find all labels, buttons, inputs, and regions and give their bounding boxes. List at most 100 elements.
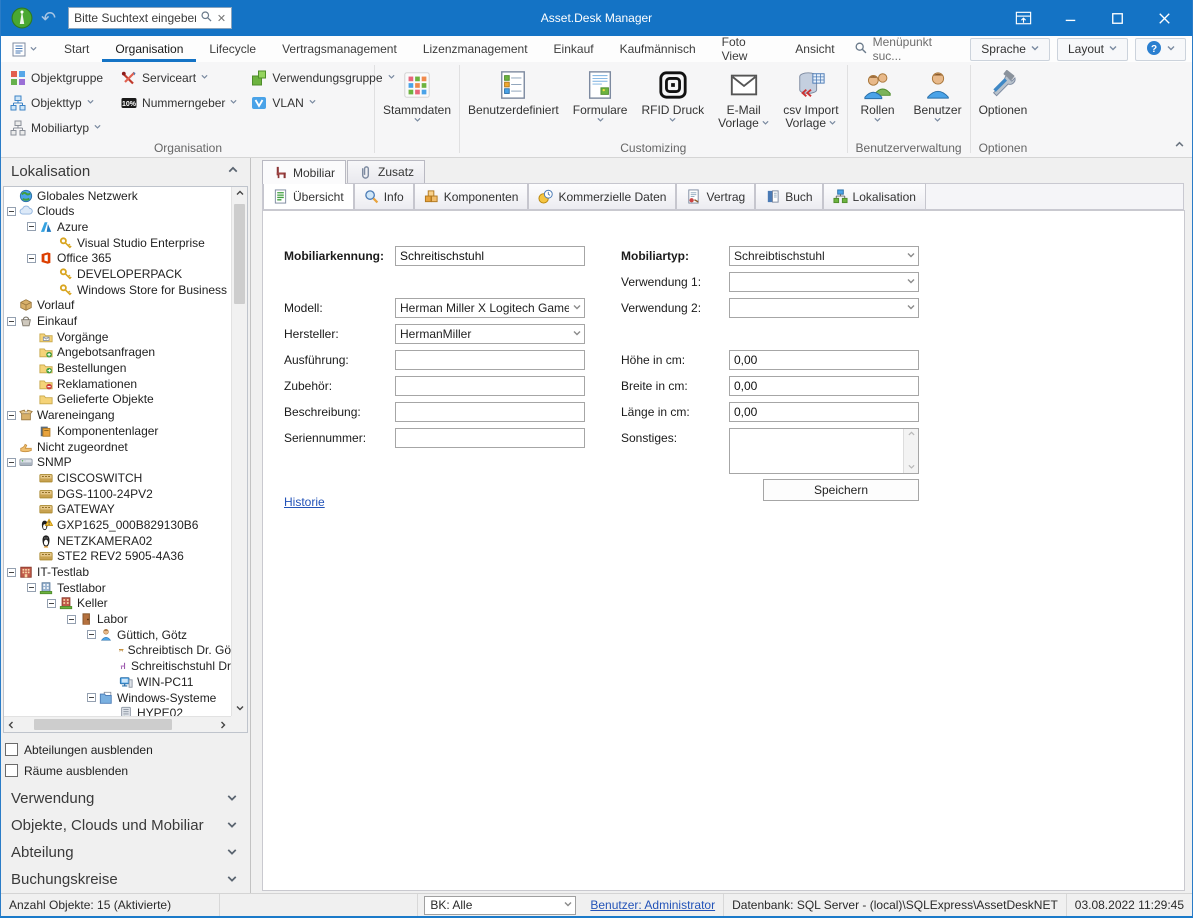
menu-tab-lizenzmanagement[interactable]: Lizenzmanagement	[410, 36, 541, 62]
vertical-scrollbar[interactable]	[231, 186, 247, 716]
scroll-down-icon[interactable]	[232, 701, 247, 716]
ribbon-button-objekttyp[interactable]: Objekttyp	[3, 90, 110, 115]
checkbox-abteilungen-ausblenden[interactable]: Abteilungen ausblenden	[5, 739, 250, 760]
field-länge-in-cm[interactable]	[729, 402, 919, 422]
collapse-icon[interactable]	[7, 410, 16, 420]
tab-mobiliar[interactable]: Mobiliar	[262, 160, 347, 184]
tree-item-snmp[interactable]: SNMP	[4, 454, 231, 470]
tree-item-wareneingang[interactable]: Wareneingang	[4, 407, 231, 423]
tree-item-einkauf[interactable]: Einkauf	[4, 313, 231, 329]
tab-komponenten[interactable]: Komponenten	[413, 183, 529, 209]
scroll-left-icon[interactable]	[4, 717, 19, 732]
tab-info[interactable]: Info	[353, 183, 414, 209]
scrollbar-thumb[interactable]	[34, 719, 172, 730]
collapse-icon[interactable]	[27, 583, 36, 593]
tree-item-gxp1625-000b829130b6[interactable]: GXP1625_000B829130B6	[4, 517, 231, 533]
ribbon-collapse-button[interactable]	[1175, 139, 1184, 153]
field-mobiliartyp[interactable]: Schreibtischstuhl	[729, 246, 919, 266]
titlebar-search[interactable]: ✕	[68, 7, 233, 29]
tree-item-vorgänge[interactable]: Vorgänge	[4, 329, 231, 345]
menu-tab-start[interactable]: Start	[51, 36, 102, 62]
textarea-scrollbar[interactable]	[903, 429, 918, 473]
collapse-icon[interactable]	[67, 614, 76, 624]
tree-item-hype02[interactable]: HYPE02	[4, 705, 231, 716]
tree-item-labor[interactable]: Labor	[4, 611, 231, 627]
tab-übersicht[interactable]: Übersicht	[263, 183, 354, 209]
tree-item-windows-systeme[interactable]: Windows-Systeme	[4, 690, 231, 706]
field-verwendung-1[interactable]	[729, 272, 919, 292]
save-button[interactable]: Speichern	[763, 479, 919, 501]
tree-item-bestellungen[interactable]: Bestellungen	[4, 360, 231, 376]
field-sonstiges[interactable]	[729, 428, 919, 474]
checkbox-räume-ausblenden[interactable]: Räume ausblenden	[5, 760, 250, 781]
collapse-icon[interactable]	[7, 206, 16, 216]
clear-search-icon[interactable]: ✕	[217, 12, 226, 25]
minimize-icon[interactable]	[1047, 3, 1094, 33]
collapse-icon[interactable]	[27, 222, 36, 232]
chevron-up-icon[interactable]	[228, 163, 238, 180]
tab-zusatz[interactable]: Zusatz	[347, 160, 426, 183]
tree-item-gelieferte-objekte[interactable]: Gelieferte Objekte	[4, 392, 231, 408]
collapse-icon[interactable]	[7, 316, 16, 326]
collapse-icon[interactable]	[7, 457, 16, 467]
tree-item-azure[interactable]: Azure	[4, 219, 231, 235]
ribbon-button-stammdaten[interactable]: Stammdaten	[376, 64, 458, 124]
tab-vertrag[interactable]: Vertrag	[676, 183, 756, 209]
field-modell[interactable]: Herman Miller X Logitech Gamebody	[395, 298, 585, 318]
collapse-icon[interactable]	[87, 630, 96, 640]
tree-item-gateway[interactable]: GATEWAY	[4, 501, 231, 517]
ribbon-button-rollen[interactable]: Rollen	[849, 64, 907, 124]
sidebar-panel-header[interactable]: Lokalisation	[1, 158, 250, 186]
collapse-icon[interactable]	[87, 693, 96, 703]
tree-item-schreibtisch-dr-gö[interactable]: Schreibtisch Dr. Gö	[4, 643, 231, 659]
tree-item-vorlauf[interactable]: Vorlauf	[4, 298, 231, 314]
tree-item-güttich-götz[interactable]: Güttich, Götz	[4, 627, 231, 643]
collapse-icon[interactable]	[7, 567, 16, 577]
ribbon-toggle-icon[interactable]	[1000, 3, 1047, 33]
tree-item-developerpack[interactable]: DEVELOPERPACK	[4, 266, 231, 282]
scroll-up-icon[interactable]	[232, 187, 247, 202]
menu-tab-lifecycle[interactable]: Lifecycle	[196, 36, 269, 62]
ribbon-button-serviceart[interactable]: Serviceart	[114, 65, 244, 90]
collapse-icon[interactable]	[47, 598, 56, 608]
language-button[interactable]: Sprache	[970, 37, 1050, 61]
tree-item-komponentenlager[interactable]: Komponentenlager	[4, 423, 231, 439]
sidebar-section-buchungskreise[interactable]: Buchungskreise	[1, 866, 250, 893]
tree-item-testlabor[interactable]: Testlabor	[4, 580, 231, 596]
ribbon-button-formulare[interactable]: Formulare	[566, 64, 635, 130]
field-ausführung[interactable]	[395, 350, 585, 370]
menu-tab-vertragsmanagement[interactable]: Vertragsmanagement	[269, 36, 410, 62]
tree-item-windows-store-for-business[interactable]: Windows Store for Business	[4, 282, 231, 298]
field-hersteller[interactable]: HermanMiller	[395, 324, 585, 344]
titlebar-search-input[interactable]	[74, 11, 196, 25]
menu-tab-einkauf[interactable]: Einkauf	[541, 36, 607, 62]
ribbon-button-e-mail-vorlage[interactable]: E-Mail Vorlage	[711, 64, 776, 130]
collapse-icon[interactable]	[27, 253, 36, 263]
tree-item-nicht-zugeordnet[interactable]: Nicht zugeordnet	[4, 439, 231, 455]
menu-tab-foto-view[interactable]: Foto View	[709, 35, 783, 63]
ribbon-button-rfid-druck[interactable]: RFID Druck	[634, 64, 711, 130]
field-verwendung-2[interactable]	[729, 298, 919, 318]
ribbon-button-nummerngeber[interactable]: 10% Nummerngeber	[114, 90, 244, 115]
bk-filter-select[interactable]: BK: Alle	[424, 895, 577, 915]
menu-tab-ansicht[interactable]: Ansicht	[782, 36, 847, 62]
tree-item-reklamationen[interactable]: Reklamationen	[4, 376, 231, 392]
tab-lokalisation[interactable]: Lokalisation	[822, 183, 926, 209]
tab-buch[interactable]: Buch	[755, 183, 823, 209]
field-seriennummer[interactable]	[395, 428, 585, 448]
field-breite-in-cm[interactable]	[729, 376, 919, 396]
ribbon-button-objektgruppe[interactable]: Objektgruppe	[3, 65, 110, 90]
sidebar-section-objekte-clouds-und-mobiliar[interactable]: Objekte, Clouds und Mobiliar	[1, 812, 250, 839]
app-menu-icon[interactable]	[11, 41, 37, 58]
ribbon-button-mobiliartyp[interactable]: Mobiliartyp	[3, 115, 110, 140]
tree-item-schreitischstuhl-dr[interactable]: Schreitischstuhl Dr	[4, 658, 231, 674]
tree-item-office-365[interactable]: Office 365	[4, 250, 231, 266]
tree-item-netzkamera02[interactable]: NETZKAMERA02	[4, 533, 231, 549]
sidebar-section-verwendung[interactable]: Verwendung	[1, 785, 250, 812]
tree-item-angebotsanfragen[interactable]: Angebotsanfragen	[4, 345, 231, 361]
tab-kommerzielle-daten[interactable]: Kommerzielle Daten	[528, 183, 677, 209]
tree-item-it-testlab[interactable]: IT-Testlab	[4, 564, 231, 580]
historie-link[interactable]: Historie	[284, 495, 325, 509]
tree-item-clouds[interactable]: Clouds	[4, 203, 231, 219]
help-button[interactable]: ?	[1135, 37, 1186, 61]
